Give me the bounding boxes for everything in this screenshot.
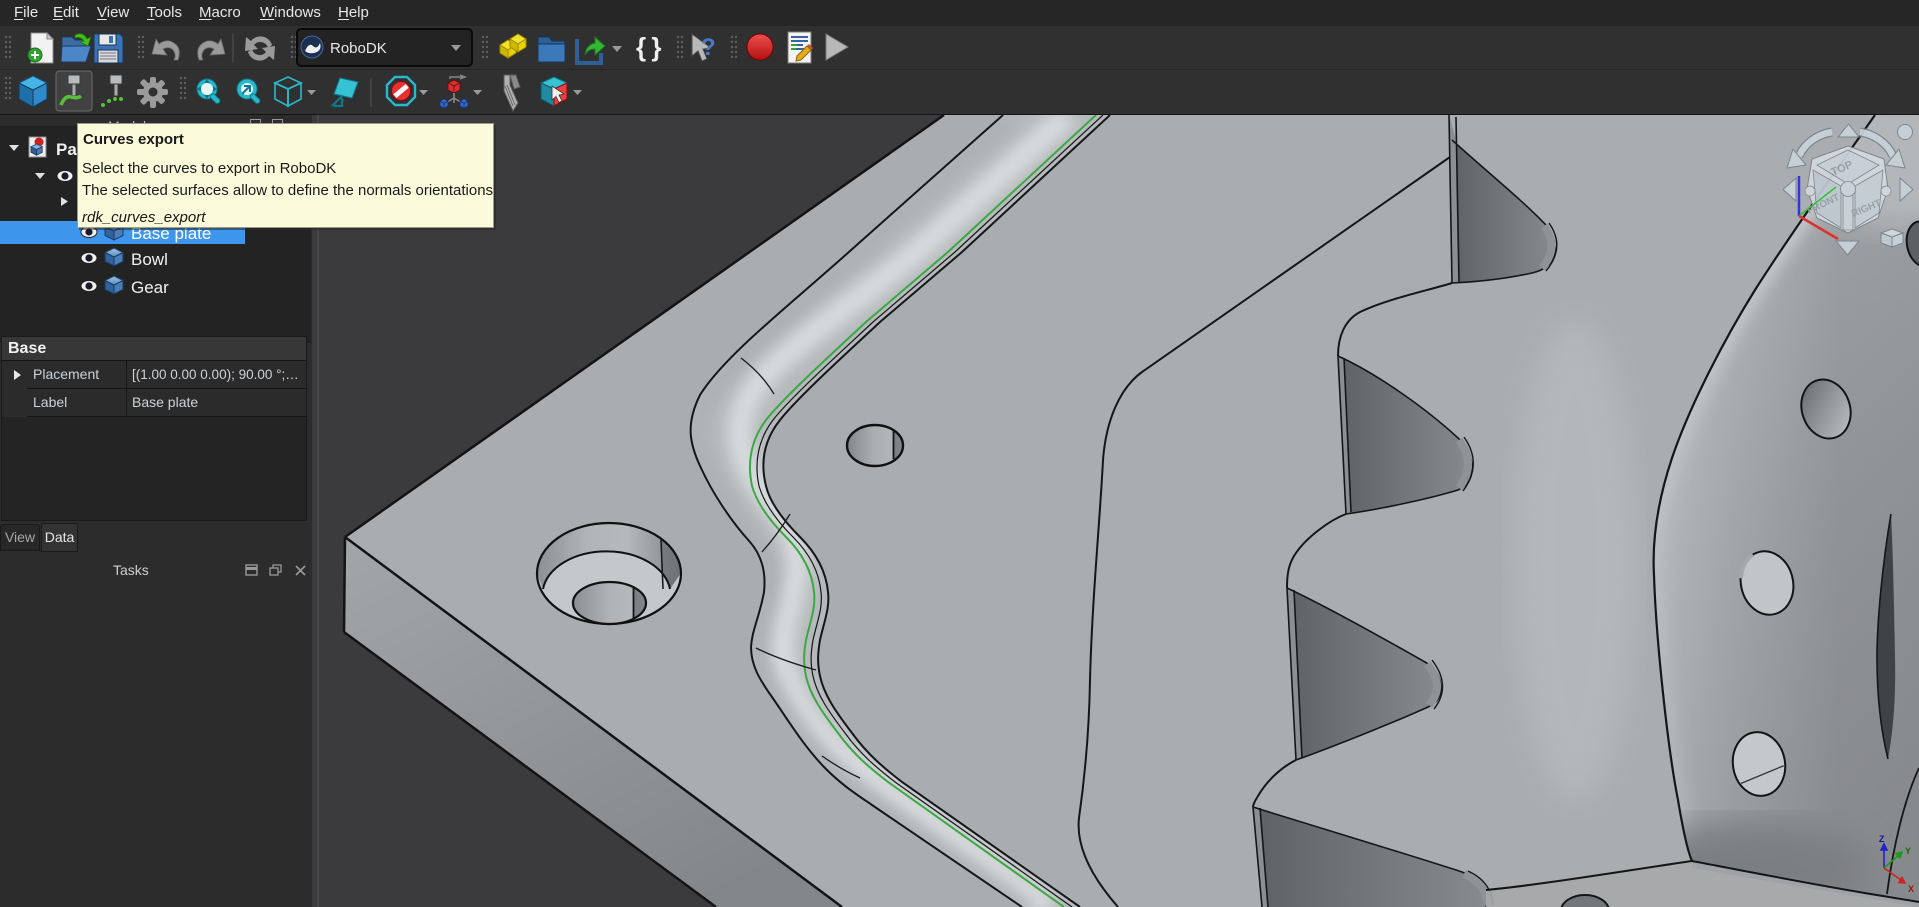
svg-text:Gear: Gear [131, 278, 169, 297]
svg-text:?: ? [701, 34, 716, 61]
svg-text:RoboDK: RoboDK [330, 40, 387, 57]
svg-text:Z: Z [1879, 834, 1885, 844]
svg-text:X: X [1908, 884, 1914, 894]
svg-text:{ }: { } [636, 32, 661, 62]
svg-text:Bowl: Bowl [131, 250, 168, 269]
svg-text:Y: Y [1905, 846, 1911, 856]
